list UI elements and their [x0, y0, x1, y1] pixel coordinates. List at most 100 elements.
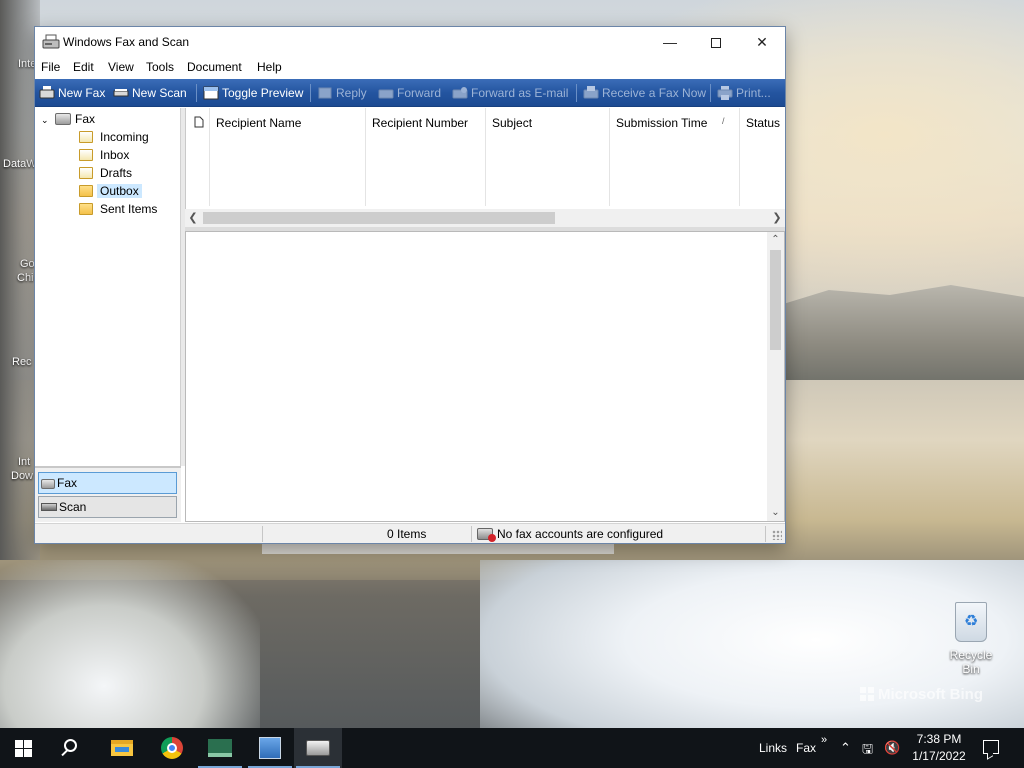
forward-button[interactable]: Forward — [378, 79, 441, 107]
scroll-up-icon[interactable]: ⌃ — [767, 232, 784, 248]
tree-item-incoming[interactable]: Incoming — [79, 128, 152, 146]
desktop-icon-label[interactable]: DataW — [3, 158, 37, 170]
receive-fax-button[interactable]: Receive a Fax Now — [583, 79, 706, 107]
tree-item-label: Inbox — [100, 148, 130, 162]
items-count: 0 Items — [387, 527, 427, 541]
scan-mode-button[interactable]: Scan — [38, 496, 177, 518]
taskbar-fax-scan[interactable] — [294, 728, 342, 768]
printer-icon — [717, 86, 733, 100]
desktop-icon-label[interactable]: Dow — [11, 470, 33, 482]
column-header-recipient-number[interactable]: Recipient Number — [366, 108, 486, 206]
maximize-button[interactable] — [693, 27, 739, 57]
bing-watermark-text: Microsoft Bing — [878, 686, 983, 703]
new-scan-button[interactable]: New Scan — [113, 79, 187, 107]
menu-help[interactable]: Help — [257, 60, 282, 74]
taskbar-chrome[interactable] — [148, 728, 196, 768]
fax-toolbar[interactable]: Fax — [796, 728, 816, 768]
toolbar-overflow-icon[interactable]: » — [821, 720, 827, 760]
fax-mode-button[interactable]: Fax — [38, 472, 177, 494]
wallpaper-snow-left — [0, 560, 260, 728]
column-header-status[interactable]: Status — [740, 108, 786, 206]
reply-icon — [318, 87, 332, 99]
chevron-down-icon[interactable]: ⌄ — [41, 111, 55, 129]
desktop-icon-label[interactable]: Int — [18, 456, 30, 468]
fax-error-icon — [477, 528, 496, 542]
forward-email-button[interactable]: Forward as E-mail — [452, 79, 568, 107]
column-header-subject[interactable]: Subject — [486, 108, 610, 206]
column-header-recipient-name[interactable]: Recipient Name — [210, 108, 366, 206]
toolbar-separator — [310, 84, 311, 102]
scroll-right-icon[interactable]: ❯ — [769, 209, 785, 227]
reply-button[interactable]: Reply — [317, 79, 367, 107]
chevron-up-icon[interactable]: ⌃ — [840, 740, 851, 756]
toolbar-separator — [196, 84, 197, 102]
menu-view[interactable]: View — [108, 60, 134, 74]
tree-item-outbox[interactable]: Outbox — [79, 182, 142, 200]
app-icon — [259, 737, 281, 759]
recycle-bin-shortcut[interactable]: Recycle Bin — [940, 602, 1002, 676]
fax-icon — [41, 479, 55, 489]
column-header-type[interactable] — [186, 108, 210, 206]
sent-items-folder-icon — [79, 203, 93, 215]
scroll-down-icon[interactable]: ⌄ — [767, 505, 784, 521]
document-icon — [194, 116, 204, 128]
fax-app-icon — [42, 34, 60, 49]
system-clock[interactable]: 7:38 PM 1/17/2022 — [906, 731, 972, 765]
horizontal-scrollbar[interactable]: ❮ ❯ — [185, 209, 785, 227]
close-button[interactable]: ✕ — [739, 27, 785, 57]
folder-tree: ⌄ Fax Incoming Inbox Drafts Outbox Sent I… — [35, 108, 181, 466]
menu-tools[interactable]: Tools — [146, 60, 174, 74]
window-shadow — [262, 544, 614, 554]
network-icon[interactable]: 🖫 — [862, 740, 873, 762]
taskbar-app[interactable] — [196, 728, 244, 768]
toggle-preview-button[interactable]: Toggle Preview — [203, 79, 303, 107]
search-button[interactable] — [48, 728, 96, 768]
start-button[interactable] — [0, 728, 48, 768]
links-toolbar[interactable]: Links — [759, 728, 787, 768]
menu-document[interactable]: Document — [187, 60, 242, 74]
tree-root-fax[interactable]: ⌄ Fax — [41, 110, 95, 128]
recycle-bin-icon — [955, 602, 987, 642]
microsoft-logo-icon — [860, 687, 874, 701]
clock-date: 1/17/2022 — [912, 749, 966, 763]
menu-edit[interactable]: Edit — [73, 60, 94, 74]
receive-fax-icon — [583, 86, 599, 99]
desktop-icon-label[interactable]: Rec — [12, 356, 32, 368]
minimize-button[interactable]: — — [647, 27, 693, 57]
status-separator — [262, 526, 263, 542]
fax-icon — [306, 740, 330, 756]
tree-item-inbox[interactable]: Inbox — [79, 146, 132, 164]
scrollbar-thumb[interactable] — [770, 250, 781, 350]
notification-icon[interactable] — [983, 740, 999, 754]
sort-indicator-icon: / — [722, 116, 725, 126]
vertical-scrollbar[interactable]: ⌃ ⌄ — [767, 232, 784, 521]
new-fax-button[interactable]: New Fax — [39, 79, 105, 107]
forward-email-icon — [452, 87, 468, 99]
menu-file[interactable]: File — [41, 60, 60, 74]
tree-item-drafts[interactable]: Drafts — [79, 164, 135, 182]
title-bar[interactable]: Windows Fax and Scan — ✕ — [35, 27, 785, 57]
column-header-submission-time[interactable]: Submission Time / — [610, 108, 740, 206]
desktop-icon-label[interactable]: Chi — [17, 272, 34, 284]
toolbar-separator — [710, 84, 711, 102]
scroll-left-icon[interactable]: ❮ — [185, 209, 201, 227]
column-header-label: Status — [746, 116, 781, 130]
tree-item-sent-items[interactable]: Sent Items — [79, 200, 160, 218]
desktop-icon-label[interactable]: Go — [20, 258, 35, 270]
volume-muted-icon[interactable]: 🔇 — [884, 740, 900, 756]
maximize-icon — [711, 38, 721, 48]
preview-pane: ⌃ ⌄ — [185, 231, 785, 522]
new-scan-icon — [113, 89, 129, 97]
fax-scan-window: Windows Fax and Scan — ✕ File Edit View … — [34, 26, 786, 544]
scrollbar-thumb[interactable] — [203, 212, 555, 224]
status-bar: 0 Items No fax accounts are configured — [35, 523, 785, 543]
taskbar: Links Fax » ⌃ 🖫 🔇 7:38 PM 1/17/2022 — [0, 728, 1024, 768]
recycle-bin-label: Recycle Bin — [949, 648, 993, 676]
taskbar-app[interactable] — [246, 728, 294, 768]
mode-switcher: Fax Scan — [35, 466, 181, 522]
resize-grip-icon[interactable] — [772, 530, 782, 540]
toggle-preview-label: Toggle Preview — [222, 86, 304, 100]
print-button[interactable]: Print... — [717, 79, 771, 107]
taskbar-file-explorer[interactable] — [98, 728, 146, 768]
column-header-label: Recipient Number — [372, 116, 469, 130]
